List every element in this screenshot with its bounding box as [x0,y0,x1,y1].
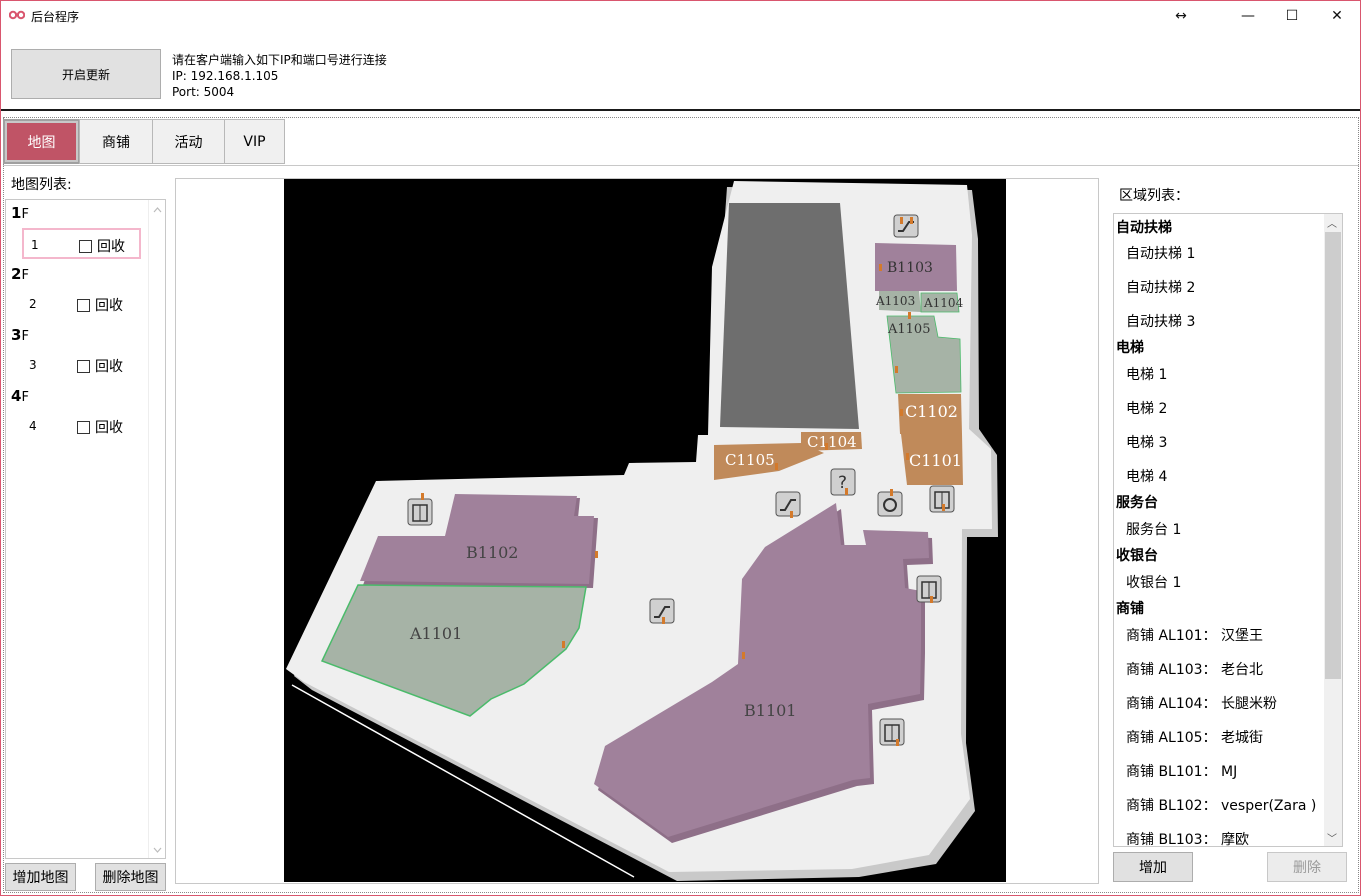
ip-address: IP: 192.168.1.105 [172,69,279,83]
map-list-scrollbar[interactable] [148,200,165,858]
elevator-icon [879,718,905,746]
scroll-arrows-icon [153,207,162,853]
floor-map: B1103 A1103 A1104 A1105 C1102 C1101 C110… [286,181,998,881]
floor-header-3: 3F [11,326,29,344]
scrollbar-thumb[interactable] [1325,232,1341,679]
header-area: 开启更新 请在客户端输入如下IP和端口号进行连接 IP: 192.168.1.1… [1,31,1360,109]
escalator-icon [893,214,919,238]
checkbox-icon [77,359,90,373]
group-header-escalator: 自动扶梯 [1116,220,1172,236]
start-update-button[interactable]: 开启更新 [11,49,161,99]
shop-a1101-label: A1101 [409,624,462,643]
list-item[interactable]: 2 回收 [22,289,141,320]
list-item[interactable]: 自动扶梯 2 [1126,277,1195,297]
resize-icon[interactable]: ↔ [1158,1,1204,31]
floor-number: 3 [29,358,37,372]
floor-map-canvas[interactable]: B1103 A1103 A1104 A1105 C1102 C1101 C110… [284,179,1006,882]
tab-activities[interactable]: 活动 [152,119,225,164]
elevator-icon [407,498,433,526]
shop-a1104-label: A1104 [923,296,964,310]
list-item[interactable]: 商铺 BL102： vesper(Zara ) [1126,795,1316,815]
tab-bar: 地图 商铺 活动 VIP [3,119,285,165]
list-item[interactable]: 商铺 AL101： 汉堡王 [1126,625,1263,645]
list-item[interactable]: 收银台 1 [1126,572,1181,592]
group-header-elevator: 电梯 [1116,340,1144,356]
connection-instruction: 请在客户端输入如下IP和端口号进行连接 [172,53,387,67]
list-item[interactable]: 自动扶梯 1 [1126,243,1195,263]
shop-b1103-label: B1103 [887,260,933,276]
elevator-icon [916,575,942,603]
shop-a1103-label: A1103 [875,294,915,308]
list-item[interactable]: 服务台 1 [1126,519,1181,539]
group-header-shops: 商铺 [1116,601,1144,617]
list-item[interactable]: 电梯 4 [1126,466,1167,486]
group-header-cashier: 收银台 [1116,548,1158,564]
list-item[interactable]: 商铺 AL103： 老台北 [1126,659,1263,679]
map-list-label: 地图列表: [11,177,72,193]
checkbox-icon [77,420,90,434]
checkbox-icon [77,298,90,312]
group-header-service-desk: 服务台 [1116,495,1158,511]
delete-map-button[interactable]: 删除地图 [95,863,166,891]
shop-c1101-label: C1101 [909,451,962,470]
add-map-button[interactable]: 增加地图 [5,863,76,891]
scroll-up-icon[interactable]: ︿ [1327,215,1337,230]
port-number: Port: 5004 [172,85,235,99]
floor-number: 2 [29,297,37,311]
scroll-down-icon[interactable]: ﹀ [1327,830,1337,845]
list-item[interactable]: 电梯 3 [1126,432,1167,452]
region-list-label: 区域列表： [1119,188,1189,204]
minimize-button[interactable]: — [1225,1,1271,31]
header-divider [1,109,1360,111]
tab-vip[interactable]: VIP [224,119,285,164]
shop-c1104-label: C1104 [807,433,857,451]
tab-shops[interactable]: 商铺 [79,119,153,164]
info-desk-icon: ? [830,468,856,496]
list-item[interactable]: 商铺 AL105： 老城街 [1126,727,1263,747]
escalator-icon [775,491,801,517]
recycle-checkbox[interactable]: 回收 [77,356,123,376]
checkbox-icon [79,239,92,253]
connection-info: 请在客户端输入如下IP和端口号进行连接 IP: 192.168.1.105 Po… [172,52,387,100]
floor-header-2: 2F [11,265,29,283]
list-item[interactable]: 3 回收 [22,350,141,381]
close-button[interactable]: ✕ [1314,1,1360,31]
shop-a1105-label: A1105 [887,322,930,337]
floor-header-1: 1F [11,204,29,222]
map-list[interactable]: 1F 1 回收 2F 2 回收 3F 3 回收 4F 4 回收 [5,199,166,859]
list-item[interactable]: 4 回收 [22,411,141,442]
add-region-button[interactable]: 增加 [1113,852,1193,882]
floor-number: 1 [31,238,39,252]
maximize-button[interactable]: ☐ [1269,1,1315,31]
list-item[interactable]: 商铺 BL103： 摩欧 [1126,829,1249,846]
region-list-scrollbar[interactable]: ︿ ﹀ [1324,214,1342,846]
app-logo-icon [9,10,25,20]
floor-header-4: 4F [11,387,29,405]
delete-region-button[interactable]: 删除 [1267,852,1347,882]
region-list[interactable]: 自动扶梯 自动扶梯 1 自动扶梯 2 自动扶梯 3 电梯 电梯 1 电梯 2 电… [1113,213,1343,847]
window-title: 后台程序 [31,10,80,24]
app-window: 后台程序 ↔ — ☐ ✕ 开启更新 请在客户端输入如下IP和端口号进行连接 IP… [0,0,1361,896]
list-item[interactable]: 自动扶梯 3 [1126,311,1195,331]
recycle-checkbox[interactable]: 回收 [77,295,123,315]
list-item[interactable]: 1 回收 [22,228,141,259]
list-item[interactable]: 商铺 AL104： 长腿米粉 [1126,693,1277,713]
tab-map[interactable]: 地图 [3,119,80,164]
title-bar: 后台程序 ↔ — ☐ ✕ [1,1,1360,31]
list-item[interactable]: 电梯 1 [1126,364,1167,384]
tab-divider [3,165,1359,166]
shop-c1105-label: C1105 [725,451,775,469]
gray-block [720,203,859,429]
recycle-checkbox[interactable]: 回收 [77,417,123,437]
recycle-checkbox[interactable]: 回收 [79,236,125,256]
shop-b1101-label: B1101 [744,701,796,720]
list-item[interactable]: 商铺 BL101： MJ [1126,761,1237,781]
floor-number: 4 [29,419,37,433]
shop-c1102-label: C1102 [905,402,958,421]
shop-b1102-label: B1102 [466,543,518,562]
list-item[interactable]: 电梯 2 [1126,398,1167,418]
